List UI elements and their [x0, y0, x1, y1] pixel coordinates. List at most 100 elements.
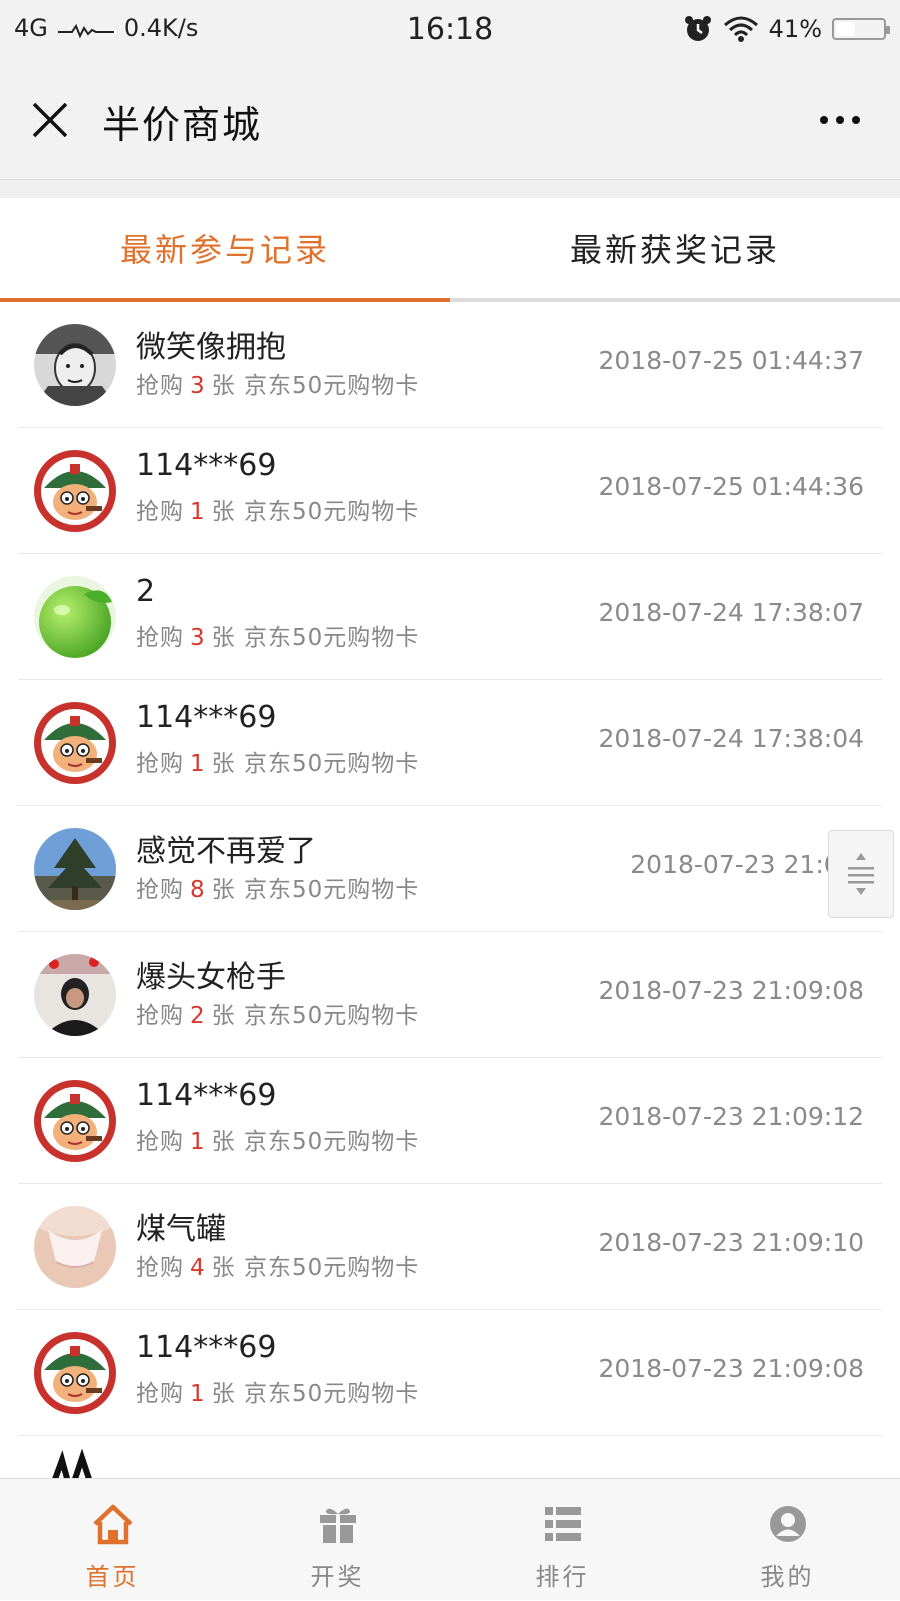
avatar	[34, 1332, 116, 1414]
purchase-unit: 张	[211, 1003, 236, 1029]
record-list[interactable]: 微笑像拥抱 抢购 3 张 京东50元购物卡 2018-07-25 01:44:37 114…	[0, 302, 900, 1478]
list-item[interactable]: 114***69 抢购 1 张 京东50元购物卡 2018-07-25 01:44:36	[18, 428, 882, 554]
more-menu-icon[interactable]	[820, 116, 860, 124]
purchase-unit: 张	[211, 625, 236, 651]
purchase-prefix: 抢购	[136, 1255, 184, 1281]
purchase-description: 抢购 4 张 京东50元购物卡	[136, 1248, 419, 1282]
product-name: 京东50元购物卡	[243, 373, 420, 399]
record-time: 2018-07-25 01:44:37	[598, 346, 864, 375]
product-name: 京东50元购物卡	[243, 1255, 420, 1281]
purchase-quantity: 8	[190, 877, 206, 903]
product-name: 京东50元购物卡	[243, 1381, 420, 1407]
tab-ranking[interactable]: 排行	[450, 1479, 675, 1601]
avatar	[34, 576, 116, 658]
purchase-quantity: 3	[190, 625, 206, 651]
product-name: 京东50元购物卡	[243, 1129, 420, 1155]
tab-home[interactable]: 首页	[0, 1479, 225, 1601]
tab-mine[interactable]: 我的	[675, 1479, 900, 1601]
tab-latest-winners[interactable]: 最新获奖记录	[450, 198, 900, 302]
status-bar: 4G 0.4K/s 16:18 41%	[0, 0, 900, 58]
purchase-description: 抢购 1 张 京东50元购物卡	[136, 744, 419, 778]
user-name: 2	[136, 574, 156, 609]
record-time: 2018-07-23 21:09:08	[598, 1354, 864, 1383]
user-name: 114***69	[136, 1078, 277, 1113]
user-name: 微笑像拥抱	[136, 330, 286, 365]
purchase-prefix: 抢购	[136, 1129, 184, 1155]
nav-bar: 半价商城	[0, 58, 900, 180]
list-item[interactable]: 爆头女枪手 抢购 2 张 京东50元购物卡 2018-07-23 21:09:08	[18, 932, 882, 1058]
avatar	[52, 1448, 92, 1478]
purchase-description: 抢购 8 张 京东50元购物卡	[136, 870, 419, 904]
purchase-quantity: 1	[190, 751, 206, 777]
list-item[interactable]: 114***69 抢购 1 张 京东50元购物卡 2018-07-23 21:09:12	[18, 1058, 882, 1184]
user-name: 爆头女枪手	[136, 960, 286, 995]
record-time: 2018-07-24 17:38:04	[598, 724, 864, 753]
product-name: 京东50元购物卡	[243, 1003, 420, 1029]
close-icon[interactable]	[28, 98, 72, 142]
profile-icon	[770, 1506, 806, 1542]
avatar	[34, 1080, 116, 1162]
product-name: 京东50元购物卡	[243, 625, 420, 651]
record-tabs: 最新参与记录 最新获奖记录	[0, 198, 900, 302]
avatar	[34, 954, 116, 1036]
product-name: 京东50元购物卡	[243, 751, 420, 777]
list-item-partial	[18, 1430, 882, 1478]
purchase-quantity: 3	[190, 373, 206, 399]
bottom-tab-bar: 首页 开奖 排行 我的	[0, 1478, 900, 1600]
record-time: 2018-07-23 21:09:08	[598, 976, 864, 1005]
list-item[interactable]: 煤气罐 抢购 4 张 京东50元购物卡 2018-07-23 21:09:10	[18, 1184, 882, 1310]
purchase-description: 抢购 1 张 京东50元购物卡	[136, 492, 419, 526]
purchase-quantity: 4	[190, 1255, 206, 1281]
record-time: 2018-07-23 21:09:12	[598, 1102, 864, 1131]
product-name: 京东50元购物卡	[243, 499, 420, 525]
user-name: 114***69	[136, 1330, 277, 1365]
purchase-quantity: 2	[190, 1003, 206, 1029]
user-name: 感觉不再爱了	[136, 834, 316, 869]
battery-icon	[832, 18, 890, 40]
record-time: 2018-07-25 01:44:36	[598, 472, 864, 501]
tab-latest-participation[interactable]: 最新参与记录	[0, 198, 450, 302]
purchase-unit: 张	[211, 499, 236, 525]
tab-lottery[interactable]: 开奖	[225, 1479, 450, 1601]
scroll-grip-icon	[848, 853, 874, 895]
avatar	[34, 702, 116, 784]
divider	[0, 180, 900, 198]
battery-percent: 41%	[768, 15, 822, 43]
record-time: 2018-07-23 21:09:10	[598, 1228, 864, 1257]
avatar	[34, 1206, 116, 1288]
purchase-description: 抢购 1 张 京东50元购物卡	[136, 1374, 419, 1408]
scroll-handle[interactable]	[828, 830, 894, 918]
list-icon	[545, 1507, 581, 1541]
purchase-quantity: 1	[190, 1129, 206, 1155]
user-name: 煤气罐	[136, 1212, 226, 1247]
wifi-icon	[723, 16, 758, 42]
alarm-icon	[684, 16, 711, 41]
avatar	[34, 828, 116, 910]
purchase-prefix: 抢购	[136, 499, 184, 525]
list-item[interactable]: 微笑像拥抱 抢购 3 张 京东50元购物卡 2018-07-25 01:44:37	[18, 302, 882, 428]
user-name: 114***69	[136, 700, 277, 735]
purchase-prefix: 抢购	[136, 1003, 184, 1029]
list-item[interactable]: 感觉不再爱了 抢购 8 张 京东50元购物卡 2018-07-23 21:09:	[18, 806, 882, 932]
purchase-unit: 张	[211, 1129, 236, 1155]
purchase-prefix: 抢购	[136, 625, 184, 651]
purchase-description: 抢购 2 张 京东50元购物卡	[136, 996, 419, 1030]
purchase-unit: 张	[211, 751, 236, 777]
list-item[interactable]: 114***69 抢购 1 张 京东50元购物卡 2018-07-24 17:38:04	[18, 680, 882, 806]
tab-home-label: 首页	[85, 1563, 140, 1591]
purchase-description: 抢购 1 张 京东50元购物卡	[136, 1122, 419, 1156]
purchase-description: 抢购 3 张 京东50元购物卡	[136, 366, 419, 400]
list-item[interactable]: 2 抢购 3 张 京东50元购物卡 2018-07-24 17:38:07	[18, 554, 882, 680]
record-time: 2018-07-24 17:38:07	[598, 598, 864, 627]
list-item[interactable]: 114***69 抢购 1 张 京东50元购物卡 2018-07-23 21:09:08	[18, 1310, 882, 1436]
product-name: 京东50元购物卡	[243, 877, 420, 903]
purchase-prefix: 抢购	[136, 1381, 184, 1407]
purchase-description: 抢购 3 张 京东50元购物卡	[136, 618, 419, 652]
purchase-unit: 张	[211, 1255, 236, 1281]
page-title: 半价商城	[102, 103, 263, 147]
purchase-unit: 张	[211, 1381, 236, 1407]
tab-mine-label: 我的	[760, 1563, 815, 1591]
home-icon	[93, 1504, 133, 1545]
purchase-unit: 张	[211, 373, 236, 399]
tab-ranking-label: 排行	[535, 1563, 590, 1591]
